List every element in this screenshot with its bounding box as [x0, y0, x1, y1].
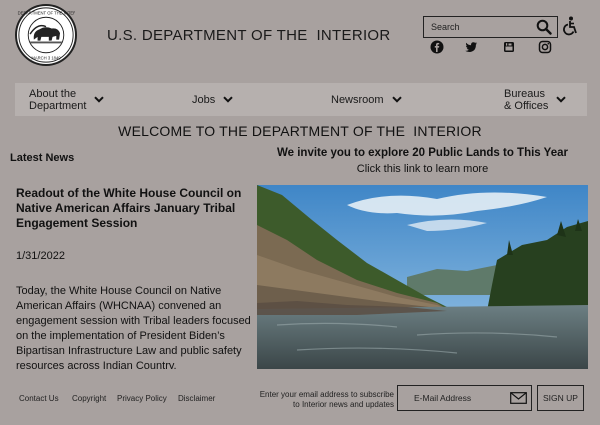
article-body: Today, the White House Council on Native…	[16, 285, 251, 369]
svg-text:U.S. DEPARTMENT OF THE INTERIO: U.S. DEPARTMENT OF THE INTERIOR	[17, 10, 75, 15]
search-box	[423, 16, 558, 38]
nav-bureaus-offices[interactable]: Bureaus & Offices	[504, 83, 567, 116]
newsletter-prompt: Enter your email address to subscribe to …	[259, 390, 394, 409]
footer-copyright[interactable]: Copyright	[72, 394, 106, 403]
chevron-down-icon	[223, 96, 233, 103]
chevron-down-icon	[94, 96, 105, 103]
nav-label: Jobs	[192, 93, 216, 106]
nav-label: Bureaus & Offices	[504, 87, 549, 112]
nav-label: Newsroom	[331, 93, 384, 106]
accessibility-icon[interactable]	[562, 16, 578, 36]
river-landscape-image[interactable]	[257, 185, 588, 369]
email-box	[397, 385, 532, 411]
footer-contact-us[interactable]: Contact Us	[19, 394, 59, 403]
facebook-icon[interactable]	[430, 40, 444, 54]
department-title: U.S. DEPARTMENT OF THE INTERIOR	[107, 27, 391, 44]
article-date: 1/31/2022	[16, 250, 65, 262]
chevron-down-icon	[391, 96, 402, 103]
search-icon[interactable]	[536, 19, 552, 35]
mail-icon	[510, 392, 527, 404]
email-input[interactable]	[398, 386, 508, 410]
footer-disclaimer[interactable]: Disclaimer	[178, 394, 215, 403]
svg-text:MARCH 3 1849: MARCH 3 1849	[31, 55, 61, 60]
youtube-icon[interactable]	[502, 40, 516, 54]
doi-seal-logo[interactable]: U.S. DEPARTMENT OF THE INTERIOR MARCH 3 …	[15, 4, 77, 66]
article-title[interactable]: Readout of the White House Council on Na…	[16, 186, 246, 231]
welcome-heading: WELCOME TO THE DEPARTMENT OF THE INTERIO…	[118, 123, 482, 139]
chevron-down-icon	[556, 96, 567, 103]
promo-title: We invite you to explore 20 Public Lands…	[277, 147, 568, 159]
nav-label: About the Department	[29, 87, 87, 112]
promo-link[interactable]: Click this link to learn more	[257, 163, 588, 175]
nav-jobs[interactable]: Jobs	[192, 83, 233, 116]
nav-newsroom[interactable]: Newsroom	[331, 83, 402, 116]
instagram-icon[interactable]	[538, 40, 552, 54]
latest-news-heading: Latest News	[10, 152, 75, 164]
nav-about-the-department[interactable]: About the Department	[29, 83, 105, 116]
sign-up-button[interactable]: SIGN UP	[537, 385, 584, 411]
twitter-icon[interactable]	[464, 40, 478, 54]
footer-privacy-policy[interactable]: Privacy Policy	[117, 394, 167, 403]
main-nav: About the Department Jobs Newsroom Bureau…	[15, 83, 587, 116]
search-input[interactable]	[424, 17, 532, 37]
